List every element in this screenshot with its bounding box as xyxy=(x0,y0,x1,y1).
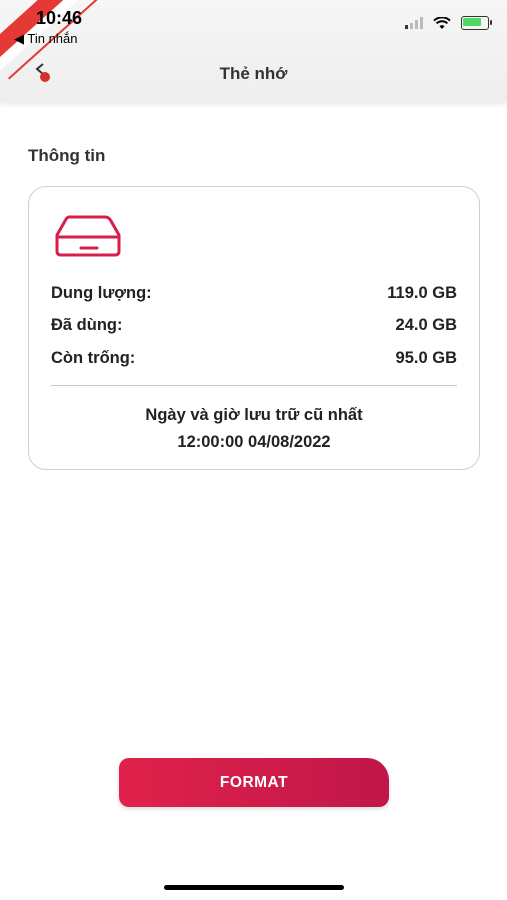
format-button[interactable]: FORMAT xyxy=(119,758,389,807)
capacity-value: 119.0 GB xyxy=(387,284,457,302)
battery-icon xyxy=(461,16,492,30)
used-value: 24.0 GB xyxy=(395,316,457,334)
capacity-label: Dung lượng: xyxy=(51,284,152,302)
status-time: 10:46 xyxy=(36,8,83,28)
divider xyxy=(51,385,457,386)
oldest-recording-value: 12:00:00 04/08/2022 xyxy=(177,433,331,451)
storage-info-card: Dung lượng: 119.0 GB Đã dùng: 24.0 GB Cò… xyxy=(28,186,480,470)
used-label: Đã dùng: xyxy=(51,316,123,334)
free-row: Còn trống: 95.0 GB xyxy=(51,349,457,368)
hard-drive-icon xyxy=(55,215,121,257)
page-title: Thẻ nhớ xyxy=(219,64,288,83)
free-label: Còn trống: xyxy=(51,349,136,367)
oldest-recording-label: Ngày và giờ lưu trữ cũ nhất xyxy=(145,406,363,424)
signal-icon xyxy=(405,17,423,29)
free-value: 95.0 GB xyxy=(395,349,457,367)
wifi-icon xyxy=(433,16,451,29)
section-title: Thông tin xyxy=(28,146,106,165)
used-row: Đã dùng: 24.0 GB xyxy=(51,316,457,335)
back-to-app-link[interactable]: ◀ Tin nhắn xyxy=(14,31,77,47)
status-icons xyxy=(405,16,492,30)
capacity-row: Dung lượng: 119.0 GB xyxy=(51,284,457,303)
app-header: 10:46 ◀ Tin nhắn Thẻ nhớ xyxy=(0,0,507,102)
home-indicator xyxy=(164,885,344,890)
